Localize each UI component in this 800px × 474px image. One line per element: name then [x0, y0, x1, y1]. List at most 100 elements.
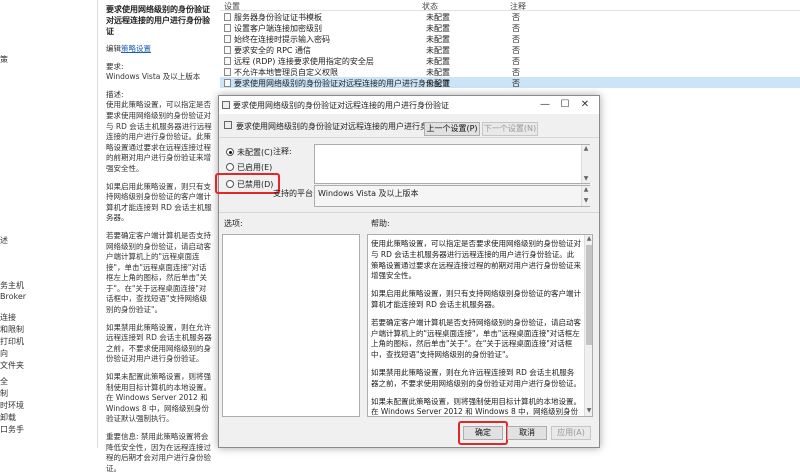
policy-name: 始终在连接时提示输入密码: [234, 35, 330, 44]
policy-icon: [224, 35, 231, 43]
options-pane: [222, 234, 360, 417]
scroll-up-icon[interactable]: ▲: [582, 145, 590, 153]
maximize-icon[interactable]: ☐: [555, 98, 575, 112]
nav-tree-item[interactable]: 和限制: [0, 324, 24, 335]
policy-name: 要求使用网络级别的身份验证对远程连接的用户进行身份验证: [234, 79, 450, 88]
policy-row[interactable]: 不允许本地管理员自定义权限 未配置否: [220, 66, 800, 77]
nav-tree-item[interactable]: 文件夹: [0, 360, 24, 371]
policy-name: 不允许本地管理员自定义权限: [234, 68, 338, 77]
nav-tree-item[interactable]: 务主机: [0, 280, 24, 291]
radio-enabled[interactable]: [226, 163, 234, 171]
next-setting-button[interactable]: 下一个设置(N): [482, 122, 538, 136]
scroll-down-icon[interactable]: ▼: [582, 197, 590, 205]
nav-tree-item[interactable]: 向: [0, 348, 8, 359]
nav-tree-item[interactable]: 制: [0, 388, 8, 399]
help-paragraph-2: 如果启用此策略设置，则只有支持网络级别身份验证的客户端计算机才能连接到 RD 会…: [371, 289, 581, 309]
policy-comment: 否: [512, 79, 520, 88]
nav-tree-item[interactable]: 述: [0, 235, 8, 246]
section-divider: [219, 212, 599, 213]
navigation-tree: 策述务主机 Broker 连接 和限制 打印机向文件夹全制时环境 卸载 口务手: [0, 0, 98, 448]
policy-description-pane: 要求使用网络级别的身份验证对远程连接的用户进行身份验证 编辑策略设置 要求: W…: [100, 0, 218, 473]
description-paragraph-6: 重要信息: 禁用此策略设置将会降低安全性，因为在远程连接过程的后期才会对用户进行…: [106, 432, 211, 473]
nav-tree-item[interactable]: 打印机: [0, 336, 24, 347]
edit-policy-link[interactable]: 策略设置: [121, 44, 151, 53]
description-paragraph-3: 若要确定客户端计算机是否支持网络级别的身份验证，请启动客户端计算机上的"远程桌面…: [106, 230, 211, 315]
help-pane: 使用此策略设置，可以指定是否要求使用网络级别的身份验证对与 RD 会话主机服务器…: [367, 234, 593, 417]
help-scrollbar[interactable]: ▲ ▼: [584, 235, 592, 416]
help-scroll-thumb[interactable]: [586, 245, 592, 345]
options-label: 选项:: [224, 219, 243, 228]
requirements-label: 要求:: [106, 61, 124, 71]
description-paragraph-5: 如果未配置此策略设置，则将强制使用目标计算机的本地设置。在 Windows Se…: [106, 372, 211, 424]
policy-row[interactable]: 服务器身份验证证书模板 未配置否: [220, 11, 800, 22]
ok-highlight-box: [458, 421, 508, 445]
description-paragraph-4: 如果禁用此策略设置，则在允许远程连接到 RD 会话主机服务器之前，不要求使用网络…: [106, 322, 212, 364]
nav-tree-item[interactable]: 策: [0, 54, 8, 65]
scroll-up-icon[interactable]: ▲: [585, 235, 592, 243]
policy-name: 要求安全的 RPC 通信: [234, 46, 312, 55]
edit-prefix: 编辑: [106, 44, 121, 53]
nav-tree-item[interactable]: 连接: [0, 312, 16, 323]
radio-not-configured-label[interactable]: 未配置(C): [237, 147, 273, 158]
policy-name: 远程 (RDP) 连接要求使用指定的安全层: [234, 57, 374, 66]
cancel-button[interactable]: 取消: [507, 426, 547, 440]
supported-platform-label: 支持的平台:: [273, 189, 316, 198]
help-label: 帮助:: [371, 219, 390, 228]
policy-list: 设置 状态 注释 服务器身份验证证书模板 未配置否设置客户端连接加密级别 未配置否始…: [220, 0, 800, 95]
supported-platform-value: Windows Vista 及以上版本: [318, 189, 419, 198]
nav-tree-item[interactable]: 口务手: [0, 424, 24, 435]
help-text: 使用此策略设置，可以指定是否要求使用网络级别的身份验证对与 RD 会话主机服务器…: [371, 239, 581, 417]
policy-icon: [224, 57, 231, 65]
description-paragraph-1: 使用此策略设置，可以指定是否要求使用网络级别的身份验证对与 RD 会话主机服务器…: [106, 100, 212, 173]
policy-row[interactable]: 要求使用网络级别的身份验证对远程连接的用户进行身份验证 未配置 否: [220, 77, 800, 88]
dialog-header-title: 要求使用网络级别的身份验证对远程连接的用户进行身份验证: [236, 122, 452, 131]
nav-tree-item[interactable]: 卸载: [0, 412, 16, 423]
requirements-block: 要求: Windows Vista 及以上版本: [106, 62, 212, 83]
description-paragraph-2: 如果启用此策略设置，则只有支持网络级别身份验证的客户端计算机才能连接到 RD 会…: [106, 181, 212, 223]
radio-not-configured[interactable]: [226, 148, 234, 156]
policy-icon: [224, 46, 231, 54]
dialog-title: 要求使用网络级别的身份验证对远程连接的用户进行身份验证: [233, 101, 449, 110]
policy-row[interactable]: 始终在连接时提示输入密码 未配置否: [220, 33, 800, 44]
policy-icon: [222, 101, 230, 109]
scroll-down-icon[interactable]: ▼: [582, 175, 590, 183]
nav-tree-item[interactable]: 时环境: [0, 400, 24, 411]
header-policy-icon: [224, 121, 232, 129]
comment-label: 注释:: [273, 147, 292, 156]
close-icon[interactable]: ✕: [575, 98, 595, 112]
policy-row[interactable]: 要求安全的 RPC 通信 未配置否: [220, 44, 800, 55]
policy-name: 服务器身份验证证书模板: [234, 13, 322, 22]
description-title: 要求使用网络级别的身份验证对远程连接的用户进行身份验证: [106, 5, 210, 36]
scroll-down-icon[interactable]: ▼: [585, 407, 592, 415]
nav-tree-item[interactable]: Broker: [0, 292, 26, 301]
policy-icon: [224, 68, 231, 76]
help-paragraph-3: 若要确定客户端计算机是否支持网络级别的身份验证，请启动客户端计算机上的"远程桌面…: [371, 317, 581, 360]
supported-scrollbar[interactable]: ▲ ▼: [581, 186, 590, 206]
header-divider: [219, 137, 599, 138]
edit-policy-line: 编辑策略设置: [106, 44, 212, 55]
policy-icon: [224, 79, 231, 87]
nav-tree-item[interactable]: 全: [0, 376, 8, 387]
policy-name: 设置客户端连接加密级别: [234, 24, 322, 33]
scroll-up-icon[interactable]: ▲: [582, 186, 590, 194]
comment-scrollbar[interactable]: ▲ ▼: [581, 145, 590, 183]
help-paragraph-5: 如果未配置此策略设置，则将强制使用目标计算机的本地设置。在 Windows Se…: [371, 396, 581, 417]
radio-enabled-label[interactable]: 已启用(E): [237, 162, 272, 173]
description-label: 描述:: [106, 89, 124, 99]
help-paragraph-4: 如果禁用此策略设置，则在允许远程连接到 RD 会话主机服务器之前，不要求使用网络…: [371, 367, 581, 388]
apply-button[interactable]: 应用(A): [551, 426, 591, 440]
dialog-titlebar[interactable]: 要求使用网络级别的身份验证对远程连接的用户进行身份验证 — ☐ ✕: [219, 96, 599, 114]
policy-list-header: 设置 状态 注释: [220, 0, 800, 11]
minimize-icon[interactable]: —: [535, 98, 555, 112]
policy-row[interactable]: 设置客户端连接加密级别 未配置否: [220, 22, 800, 33]
requirements-value: Windows Vista 及以上版本: [106, 72, 201, 82]
disabled-highlight-box: [215, 173, 280, 194]
comment-textarea[interactable]: ▲ ▼: [314, 144, 590, 184]
policy-row[interactable]: 远程 (RDP) 连接要求使用指定的安全层 未配置否: [220, 55, 800, 66]
policy-state: 未配置: [426, 79, 450, 88]
supported-platform-box: Windows Vista 及以上版本 ▲ ▼: [314, 185, 590, 207]
policy-icon: [224, 13, 231, 21]
previous-setting-button[interactable]: 上一个设置(P): [424, 122, 480, 136]
policy-icon: [224, 24, 231, 32]
policy-name-cell: 要求使用网络级别的身份验证对远程连接的用户进行身份验证: [224, 78, 450, 89]
